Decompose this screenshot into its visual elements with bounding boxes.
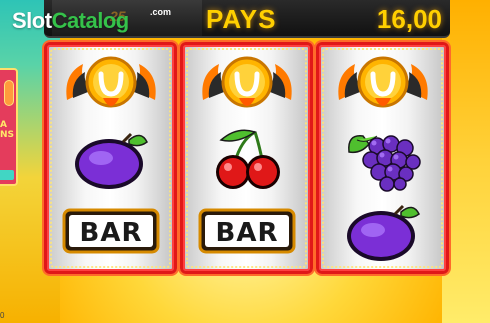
reel-3-middle-symbol: [319, 123, 446, 195]
watermark-suffix: .com: [150, 7, 172, 17]
bar-icon: BAR: [62, 208, 159, 254]
bar-label: BAR: [79, 218, 142, 248]
reel-2-middle-symbol: [183, 123, 310, 195]
balance-value: 0: [0, 311, 5, 320]
reel-2-top-symbol: [183, 49, 310, 121]
side-feature-panel[interactable]: A NS: [0, 68, 18, 186]
reel-1-middle-symbol: [47, 123, 174, 195]
bar-label: BAR: [215, 218, 278, 248]
pays-label: PAYS: [206, 4, 277, 34]
reel-3: [316, 42, 449, 274]
pays-value: 16,00: [376, 4, 442, 34]
watermark-part2: Catalog: [51, 8, 130, 33]
cherries-icon: [215, 129, 280, 189]
watermark-part1: Slot: [12, 8, 52, 33]
feature-text: A NS: [0, 120, 15, 140]
reel-1-top-symbol: [47, 49, 174, 121]
right-glow-background: [442, 0, 490, 323]
coin-horseshoe-icon: [201, 56, 292, 108]
feature-bar: [0, 170, 14, 180]
reel-1-bottom-symbol: BAR: [47, 195, 174, 267]
bar-icon: BAR: [198, 208, 295, 254]
watermark: SlotCatalog .com: [12, 7, 171, 34]
reel-3-top-symbol: [319, 49, 446, 121]
reel-1: BAR: [44, 42, 177, 274]
plum-icon: [74, 132, 148, 189]
reel-2: BAR: [180, 42, 313, 274]
reel-3-bottom-symbol: [319, 195, 446, 267]
coin-horseshoe-icon: [337, 56, 428, 108]
coin-horseshoe-icon: [65, 56, 156, 108]
grapes-icon: [347, 135, 421, 192]
plum-icon: [346, 204, 420, 261]
reel-2-bottom-symbol: BAR: [183, 195, 310, 267]
feature-icon: [4, 80, 14, 106]
